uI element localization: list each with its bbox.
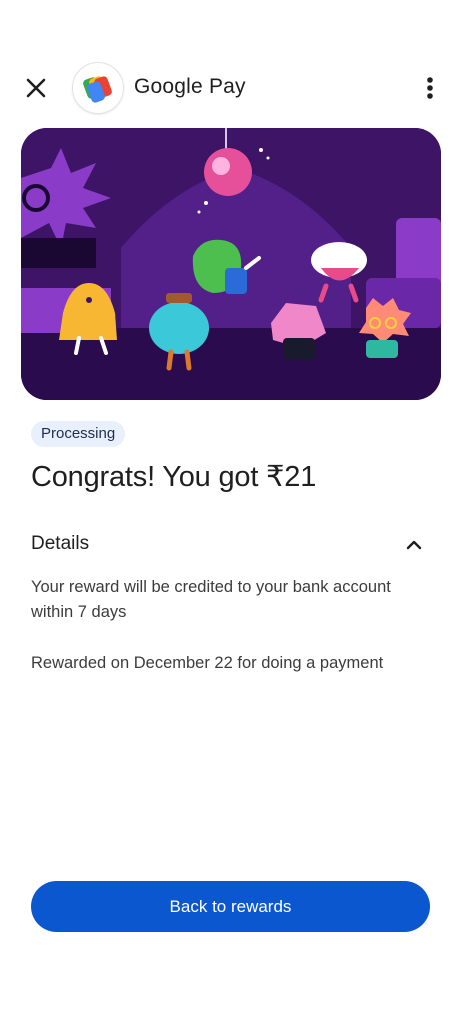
details-header[interactable]: Details (0, 528, 461, 562)
more-options-button[interactable] (418, 72, 442, 104)
reward-date-text: Rewarded on December 22 for doing a paym… (31, 654, 384, 672)
reward-headline: Congrats! You got ₹21 (31, 461, 317, 493)
reward-illustration (21, 128, 441, 400)
status-badge: Processing (31, 421, 126, 447)
more-vert-icon (427, 77, 433, 99)
google-pay-logo (72, 62, 124, 114)
back-to-rewards-button[interactable]: Back to rewards (31, 881, 430, 932)
credit-info-text: Your reward will be credited to your ban… (31, 578, 391, 621)
top-app-bar: Google Pay (0, 58, 461, 118)
collapse-details-button[interactable] (402, 533, 426, 557)
close-icon (26, 78, 46, 98)
details-title: Details (31, 533, 90, 554)
chevron-up-icon (406, 540, 422, 550)
app-title: Google Pay (134, 75, 246, 98)
close-button[interactable] (22, 74, 50, 102)
